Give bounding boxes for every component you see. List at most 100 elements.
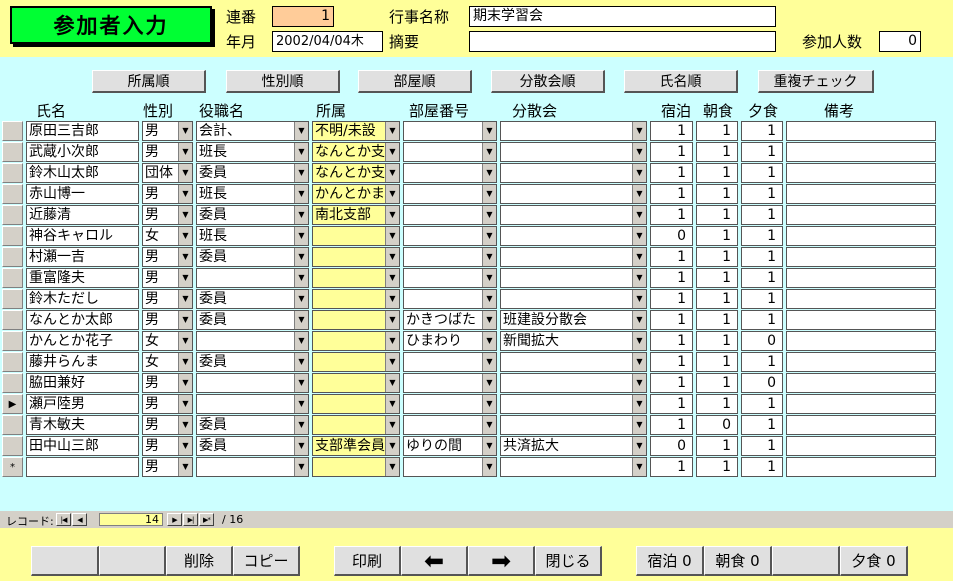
note-cell[interactable] — [786, 205, 936, 225]
breakfast-cell[interactable]: 1 — [696, 436, 738, 456]
dropdown-arrow-icon[interactable]: ▼ — [385, 248, 399, 266]
dropdown-arrow-icon[interactable]: ▼ — [385, 185, 399, 203]
breakfast-cell[interactable]: 1 — [696, 457, 738, 477]
next-record-icon[interactable]: ▶ — [167, 513, 182, 526]
dinner-cell[interactable]: 1 — [741, 163, 783, 183]
note-cell[interactable] — [786, 373, 936, 393]
breakfast-cell[interactable]: 1 — [696, 247, 738, 267]
breakfast-cell[interactable]: 1 — [696, 142, 738, 162]
dinner-cell[interactable]: 1 — [741, 121, 783, 141]
gender-cell[interactable]: 男 ▼ — [142, 205, 193, 225]
dropdown-arrow-icon[interactable]: ▼ — [632, 290, 646, 308]
gender-cell[interactable]: 男 ▼ — [142, 184, 193, 204]
dropdown-arrow-icon[interactable]: ▼ — [385, 395, 399, 413]
affil-cell[interactable]: ▼ — [312, 352, 400, 372]
role-cell[interactable]: 会計、 ▼ — [196, 121, 309, 141]
role-cell[interactable]: ▼ — [196, 394, 309, 414]
stay-cell[interactable]: 1 — [650, 331, 693, 351]
dinner-cell[interactable]: 0 — [741, 373, 783, 393]
row-selector[interactable] — [2, 247, 23, 267]
dropdown-arrow-icon[interactable]: ▼ — [482, 227, 496, 245]
row-selector[interactable] — [2, 121, 23, 141]
dropdown-arrow-icon[interactable]: ▼ — [294, 437, 308, 455]
note-cell[interactable] — [786, 121, 936, 141]
dropdown-arrow-icon[interactable]: ▼ — [482, 332, 496, 350]
note-cell[interactable] — [786, 142, 936, 162]
gender-cell[interactable]: 男 ▼ — [142, 436, 193, 456]
dropdown-arrow-icon[interactable]: ▼ — [385, 122, 399, 140]
row-selector[interactable] — [2, 226, 23, 246]
role-cell[interactable]: ▼ — [196, 331, 309, 351]
dropdown-arrow-icon[interactable]: ▼ — [178, 269, 192, 287]
name-cell[interactable]: 神谷キャロル — [26, 226, 139, 246]
dropdown-arrow-icon[interactable]: ▼ — [294, 206, 308, 224]
blank-button-3[interactable] — [772, 546, 840, 576]
name-cell[interactable]: 原田三吉郎 — [26, 121, 139, 141]
sort-room-button[interactable]: 部屋順 — [358, 70, 472, 93]
role-cell[interactable]: 委員 ▼ — [196, 247, 309, 267]
next-arrow-icon[interactable]: ➡ — [468, 546, 535, 576]
dropdown-arrow-icon[interactable]: ▼ — [294, 290, 308, 308]
dropdown-arrow-icon[interactable]: ▼ — [294, 185, 308, 203]
name-cell[interactable] — [26, 457, 139, 477]
note-cell[interactable] — [786, 415, 936, 435]
blank-button-1[interactable] — [31, 546, 99, 576]
prev-arrow-icon[interactable]: ⬅ — [401, 546, 468, 576]
row-selector[interactable] — [2, 268, 23, 288]
stay-cell[interactable]: 1 — [650, 394, 693, 414]
close-button[interactable]: 閉じる — [535, 546, 602, 576]
role-cell[interactable]: 委員 ▼ — [196, 205, 309, 225]
name-cell[interactable]: 脇田兼好 — [26, 373, 139, 393]
dropdown-arrow-icon[interactable]: ▼ — [632, 353, 646, 371]
dropdown-arrow-icon[interactable]: ▼ — [632, 269, 646, 287]
group-cell[interactable]: ▼ — [500, 121, 647, 141]
summary-field[interactable] — [469, 31, 776, 52]
stay-cell[interactable]: 1 — [650, 310, 693, 330]
dinner-cell[interactable]: 1 — [741, 226, 783, 246]
dropdown-arrow-icon[interactable]: ▼ — [632, 332, 646, 350]
dropdown-arrow-icon[interactable]: ▼ — [632, 374, 646, 392]
dropdown-arrow-icon[interactable]: ▼ — [294, 122, 308, 140]
row-selector[interactable] — [2, 373, 23, 393]
dropdown-arrow-icon[interactable]: ▼ — [632, 206, 646, 224]
room-cell[interactable]: ▼ — [403, 394, 497, 414]
dropdown-arrow-icon[interactable]: ▼ — [632, 248, 646, 266]
dropdown-arrow-icon[interactable]: ▼ — [482, 143, 496, 161]
stay-total-button[interactable]: 宿泊 0 — [636, 546, 704, 576]
stay-cell[interactable]: 0 — [650, 226, 693, 246]
breakfast-cell[interactable]: 0 — [696, 415, 738, 435]
role-cell[interactable]: 委員 ▼ — [196, 289, 309, 309]
stay-cell[interactable]: 1 — [650, 415, 693, 435]
dropdown-arrow-icon[interactable]: ▼ — [482, 122, 496, 140]
dinner-cell[interactable]: 1 — [741, 457, 783, 477]
dropdown-arrow-icon[interactable]: ▼ — [482, 206, 496, 224]
dropdown-arrow-icon[interactable]: ▼ — [385, 206, 399, 224]
note-cell[interactable] — [786, 268, 936, 288]
dropdown-arrow-icon[interactable]: ▼ — [482, 395, 496, 413]
breakfast-cell[interactable]: 1 — [696, 205, 738, 225]
room-cell[interactable]: ▼ — [403, 121, 497, 141]
room-cell[interactable]: ▼ — [403, 352, 497, 372]
dropdown-arrow-icon[interactable]: ▼ — [294, 164, 308, 182]
dropdown-arrow-icon[interactable]: ▼ — [385, 374, 399, 392]
name-cell[interactable]: 鈴木ただし — [26, 289, 139, 309]
dropdown-arrow-icon[interactable]: ▼ — [385, 458, 399, 476]
row-selector[interactable] — [2, 415, 23, 435]
note-cell[interactable] — [786, 394, 936, 414]
row-selector[interactable] — [2, 436, 23, 456]
dropdown-arrow-icon[interactable]: ▼ — [178, 332, 192, 350]
group-cell[interactable]: ▼ — [500, 394, 647, 414]
room-cell[interactable]: ▼ — [403, 184, 497, 204]
dropdown-arrow-icon[interactable]: ▼ — [482, 290, 496, 308]
note-cell[interactable] — [786, 331, 936, 351]
affil-cell[interactable]: ▼ — [312, 226, 400, 246]
dropdown-arrow-icon[interactable]: ▼ — [632, 395, 646, 413]
room-cell[interactable]: ▼ — [403, 268, 497, 288]
row-selector[interactable] — [2, 331, 23, 351]
dropdown-arrow-icon[interactable]: ▼ — [482, 311, 496, 329]
note-cell[interactable] — [786, 310, 936, 330]
role-cell[interactable]: ▼ — [196, 373, 309, 393]
dropdown-arrow-icon[interactable]: ▼ — [178, 227, 192, 245]
dropdown-arrow-icon[interactable]: ▼ — [385, 332, 399, 350]
note-cell[interactable] — [786, 226, 936, 246]
